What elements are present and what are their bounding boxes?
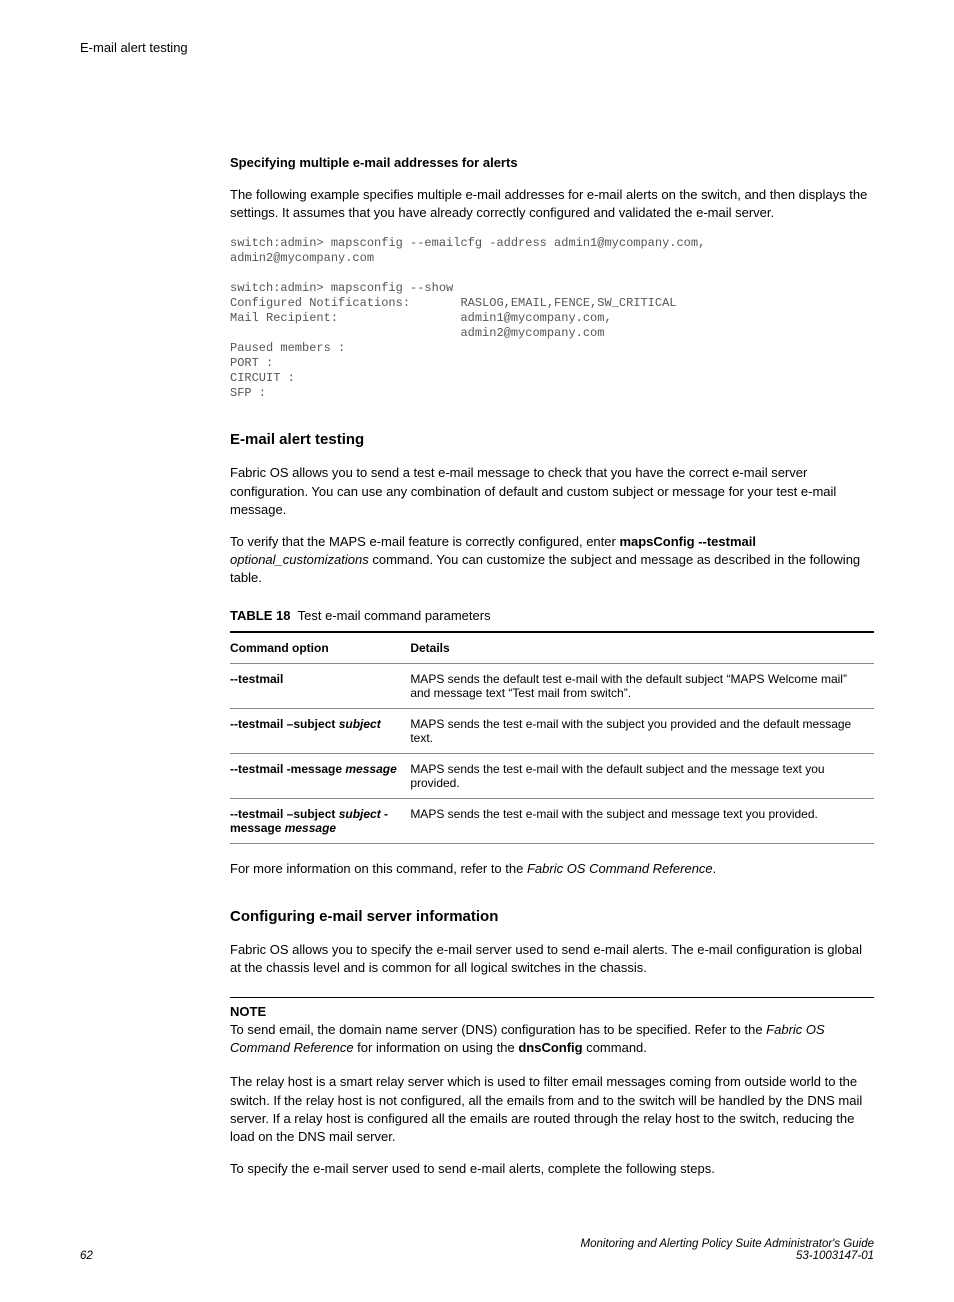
cell-details: MAPS sends the test e-mail with the subj…: [410, 798, 874, 843]
section2-heading: E-mail alert testing: [230, 431, 874, 448]
opt-italic: message: [345, 762, 396, 776]
opt-italic2: message: [285, 821, 336, 835]
note-label: NOTE: [230, 1004, 874, 1019]
cell-option: --testmail –subject subject -message mes…: [230, 798, 410, 843]
note-text: To send email, the domain name server (D…: [230, 1021, 874, 1057]
cell-option: --testmail –subject subject: [230, 708, 410, 753]
section2-p2: To verify that the MAPS e-mail feature i…: [230, 533, 874, 588]
table-row: --testmail MAPS sends the default test e…: [230, 663, 874, 708]
cell-details: MAPS sends the default test e-mail with …: [410, 663, 874, 708]
table-header-row: Command option Details: [230, 632, 874, 664]
opt-italic: subject: [339, 807, 381, 821]
aftertable-post: .: [713, 861, 717, 876]
footer-title: Monitoring and Alerting Policy Suite Adm…: [581, 1238, 874, 1250]
section2-p2-opt: optional_customizations: [230, 552, 369, 567]
opt-italic: subject: [339, 717, 381, 731]
th-details: Details: [410, 632, 874, 664]
note-pre: To send email, the domain name server (D…: [230, 1022, 766, 1037]
section3-p1: Fabric OS allows you to specify the e-ma…: [230, 941, 874, 977]
section1-heading: Specifying multiple e-mail addresses for…: [230, 155, 874, 170]
opt-bold: --testmail –subject: [230, 717, 339, 731]
table-row: --testmail -message message MAPS sends t…: [230, 753, 874, 798]
opt-bold: --testmail –subject: [230, 807, 339, 821]
section1-p1: The following example specifies multiple…: [230, 186, 874, 222]
aftertable-ref: Fabric OS Command Reference: [527, 861, 713, 876]
section3-p2: The relay host is a smart relay server w…: [230, 1073, 874, 1146]
section2-p1: Fabric OS allows you to send a test e-ma…: [230, 464, 874, 519]
section1-code: switch:admin> mapsconfig --emailcfg -add…: [230, 236, 874, 401]
table-row: --testmail –subject subject -message mes…: [230, 798, 874, 843]
param-table: Command option Details --testmail MAPS s…: [230, 631, 874, 844]
table-caption-label: TABLE 18: [230, 608, 290, 623]
cell-details: MAPS sends the test e-mail with the defa…: [410, 753, 874, 798]
footer-page: 62: [80, 1250, 93, 1262]
section2-aftertable: For more information on this command, re…: [230, 860, 874, 878]
opt-bold: --testmail: [230, 672, 283, 686]
running-header: E-mail alert testing: [80, 40, 874, 55]
note-block: NOTE To send email, the domain name serv…: [230, 997, 874, 1057]
table-caption: TABLE 18 Test e-mail command parameters: [230, 608, 874, 623]
th-option: Command option: [230, 632, 410, 664]
cell-option: --testmail -message message: [230, 753, 410, 798]
table-caption-text: Test e-mail command parameters: [298, 608, 491, 623]
cell-details: MAPS sends the test e-mail with the subj…: [410, 708, 874, 753]
footer: 62 Monitoring and Alerting Policy Suite …: [80, 1238, 874, 1262]
section3-p3: To specify the e-mail server used to sen…: [230, 1160, 874, 1178]
section3-heading: Configuring e-mail server information: [230, 908, 874, 925]
section2-p2-pre: To verify that the MAPS e-mail feature i…: [230, 534, 619, 549]
note-mid: for information on using the: [354, 1040, 519, 1055]
section2-p2-cmd: mapsConfig --testmail: [619, 534, 756, 549]
table-row: --testmail –subject subject MAPS sends t…: [230, 708, 874, 753]
aftertable-pre: For more information on this command, re…: [230, 861, 527, 876]
footer-right: Monitoring and Alerting Policy Suite Adm…: [581, 1238, 874, 1262]
note-cmd: dnsConfig: [518, 1040, 582, 1055]
note-post: command.: [583, 1040, 647, 1055]
cell-option: --testmail: [230, 663, 410, 708]
footer-docnum: 53-1003147-01: [581, 1250, 874, 1262]
opt-bold: --testmail -message: [230, 762, 345, 776]
